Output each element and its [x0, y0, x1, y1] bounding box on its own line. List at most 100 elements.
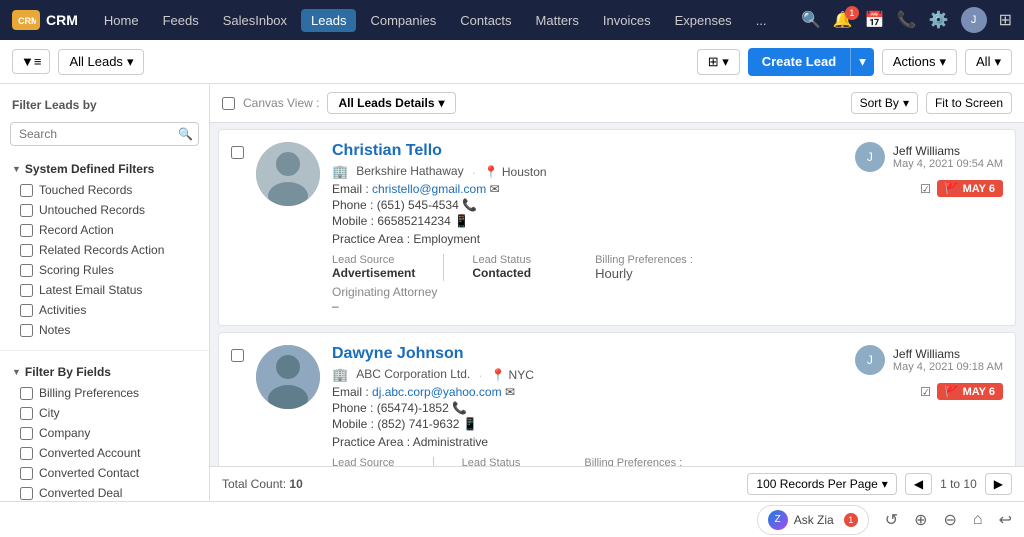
pagination-controls: 100 Records Per Page ▾ ◀ 1 to 10 ▶: [747, 473, 1012, 495]
zia-badge: 1: [844, 513, 858, 527]
billing-label-1: Billing Preferences :: [584, 457, 682, 466]
filter-untouched-records[interactable]: Untouched Records: [0, 200, 209, 220]
toolbar: ▼≡ All Leads ▾ ⊞ ▾ Create Lead ▾ Actions…: [0, 40, 1024, 84]
lead-right-0: J Jeff Williams May 4, 2021 09:54 AM ☑ 🚩…: [843, 142, 1003, 197]
notification-icon[interactable]: 🔔1: [833, 10, 853, 30]
page-info: 1 to 10: [940, 477, 977, 491]
filter-latest-email-status[interactable]: Latest Email Status: [0, 280, 209, 300]
lead-name-0[interactable]: Christian Tello: [332, 142, 831, 160]
lead-status-field-1: Lead Status Interested: [462, 457, 521, 466]
main-nav: Home Feeds SalesInbox Leads Companies Co…: [94, 9, 785, 32]
filter-touched-records[interactable]: Touched Records: [0, 180, 209, 200]
mobile-icon: 📱: [454, 214, 469, 228]
lead-source-value-0: Advertisement: [332, 266, 415, 280]
all-leads-dropdown[interactable]: All Leads ▾: [58, 49, 144, 75]
undo-button[interactable]: ↩: [999, 510, 1012, 530]
select-all-checkbox[interactable]: [222, 97, 235, 110]
search-input[interactable]: [10, 122, 199, 146]
checkbox-checked-icon: ☑: [920, 182, 931, 196]
lead-phone-1: (65474)-1852: [377, 401, 449, 415]
lead-name-1[interactable]: Dawyne Johnson: [332, 345, 831, 363]
nav-companies[interactable]: Companies: [360, 9, 446, 32]
nav-home[interactable]: Home: [94, 9, 149, 32]
lead-fields-0: Lead Source Advertisement Lead Status Co…: [332, 254, 831, 281]
filter-converted-deal[interactable]: Converted Deal: [0, 483, 209, 501]
nav-leads[interactable]: Leads: [301, 9, 356, 32]
filter-scoring-rules[interactable]: Scoring Rules: [0, 260, 209, 280]
lead-phone-row-1: Phone : (65474)-1852 📞: [332, 401, 831, 415]
filter-activities[interactable]: Activities: [0, 300, 209, 320]
prev-page-button[interactable]: ◀: [905, 473, 932, 495]
filter-company[interactable]: Company: [0, 423, 209, 443]
top-navigation: CRM CRM Home Feeds SalesInbox Leads Comp…: [0, 0, 1024, 40]
filter-city[interactable]: City: [0, 403, 209, 423]
filter-billing-preferences[interactable]: Billing Preferences: [0, 383, 209, 403]
lead-info-1: Dawyne Johnson 🏢 ABC Corporation Ltd. · …: [332, 345, 831, 466]
filter-record-action[interactable]: Record Action: [0, 220, 209, 240]
bottom-bar: Z Ask Zia 1 ↺ ⊕ ⊖ ⌂ ↩: [0, 501, 1024, 537]
lead-email-row-0: Email : christello@gmail.com ✉: [332, 182, 831, 196]
settings-icon[interactable]: ⚙️: [929, 10, 949, 30]
field-divider-0: [443, 254, 444, 281]
phone-icon[interactable]: 📞: [897, 10, 917, 30]
ask-zia-button[interactable]: Z Ask Zia 1: [757, 505, 869, 535]
home-view-button[interactable]: ⌂: [973, 511, 983, 529]
lead-practice-row-0: Practice Area : Employment: [332, 232, 831, 246]
nav-more[interactable]: ...: [746, 9, 777, 32]
assignee-time-1: May 4, 2021 09:18 AM: [893, 361, 1003, 373]
lead-company-row-0: 🏢 Berkshire Hathaway · 📍 Houston: [332, 164, 831, 180]
filter-related-records-action[interactable]: Related Records Action: [0, 240, 209, 260]
nav-contacts[interactable]: Contacts: [450, 9, 521, 32]
create-lead-button[interactable]: Create Lead: [748, 48, 850, 76]
assignee-avatar-0: J: [855, 142, 885, 172]
lead-card-0: Christian Tello 🏢 Berkshire Hathaway · 📍…: [218, 129, 1016, 326]
building-icon-1: 🏢: [332, 367, 348, 383]
zoom-in-button[interactable]: ⊕: [914, 510, 927, 530]
lead-email-0[interactable]: christello@gmail.com: [372, 182, 486, 196]
all-button[interactable]: All ▾: [965, 49, 1012, 75]
app-logo: CRM CRM: [12, 10, 78, 30]
actions-button[interactable]: Actions ▾: [882, 49, 957, 75]
lead-select-1[interactable]: [231, 349, 244, 362]
field-filters-title[interactable]: Filter By Fields: [0, 361, 209, 383]
search-icon[interactable]: 🔍: [801, 10, 821, 30]
system-filters-title[interactable]: System Defined Filters: [0, 158, 209, 180]
zoom-out-button[interactable]: ⊖: [944, 510, 957, 530]
nav-salesinbox[interactable]: SalesInbox: [213, 9, 297, 32]
filter-icon-button[interactable]: ▼≡: [12, 49, 50, 74]
lead-email-1[interactable]: dj.abc.corp@yahoo.com: [372, 385, 502, 399]
apps-icon[interactable]: ⊞: [999, 10, 1012, 30]
lead-mobile-row-0: Mobile : 66585214234 📱: [332, 214, 831, 228]
sort-by-button[interactable]: Sort By ▾: [851, 92, 918, 114]
filter-notes[interactable]: Notes: [0, 320, 209, 340]
lead-originating-row-0: Originating Attorney –: [332, 285, 831, 313]
nav-expenses[interactable]: Expenses: [665, 9, 742, 32]
topnav-icons: 🔍 🔔1 📅 📞 ⚙️ J ⊞: [801, 7, 1012, 33]
next-page-button[interactable]: ▶: [985, 473, 1012, 495]
create-lead-dropdown[interactable]: ▾: [850, 48, 874, 76]
badge-row-1: ☑ 🚩 MAY 6: [920, 383, 1003, 400]
nav-matters[interactable]: Matters: [526, 9, 589, 32]
lead-select-0[interactable]: [231, 146, 244, 159]
filter-converted-account[interactable]: Converted Account: [0, 443, 209, 463]
flag-icon-1: 🚩: [945, 385, 959, 398]
nav-invoices[interactable]: Invoices: [593, 9, 661, 32]
lead-source-label-0: Lead Source: [332, 254, 415, 266]
svg-text:CRM: CRM: [18, 16, 36, 26]
lead-source-field-0: Lead Source Advertisement: [332, 254, 415, 281]
fit-to-screen-button[interactable]: Fit to Screen: [926, 92, 1012, 114]
view-toggle-button[interactable]: ⊞ ▾: [697, 49, 740, 75]
assignee-time-0: May 4, 2021 09:54 AM: [893, 158, 1003, 170]
nav-feeds[interactable]: Feeds: [153, 9, 209, 32]
lead-status-value-0: Contacted: [472, 266, 531, 280]
records-per-page-button[interactable]: 100 Records Per Page ▾: [747, 473, 896, 495]
refresh-button[interactable]: ↺: [885, 510, 898, 530]
leads-list: Christian Tello 🏢 Berkshire Hathaway · 📍…: [210, 123, 1024, 466]
calendar-icon[interactable]: 📅: [865, 10, 885, 30]
user-avatar[interactable]: J: [961, 7, 987, 33]
mobile-icon-1: 📱: [463, 417, 478, 431]
sidebar-divider: [0, 350, 209, 351]
filter-converted-contact[interactable]: Converted Contact: [0, 463, 209, 483]
may-badge-1: 🚩 MAY 6: [937, 383, 1003, 400]
canvas-view-button[interactable]: All Leads Details ▾: [327, 92, 455, 114]
